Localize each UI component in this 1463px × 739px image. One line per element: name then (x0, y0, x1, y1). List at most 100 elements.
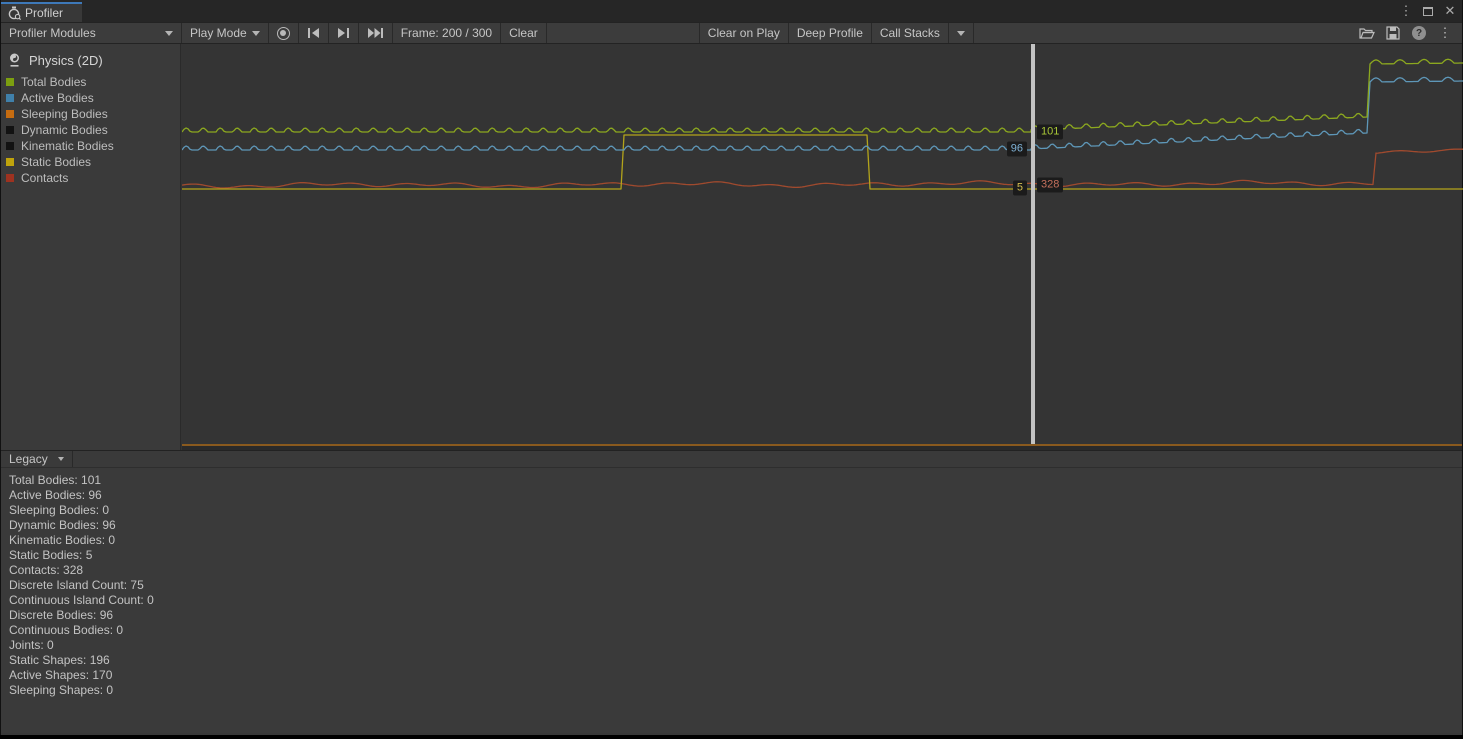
stat-line-continuous-bodies: Continuous Bodies: 0 (9, 623, 1462, 638)
legend-item-static-bodies[interactable]: Static Bodies (1, 154, 180, 170)
series-line-static-bodies (182, 135, 1463, 189)
chevron-down-icon (58, 457, 64, 461)
value-badge-96: 96 (1007, 142, 1027, 157)
physics2d-icon (7, 52, 22, 68)
call-stacks-dropdown[interactable] (949, 23, 974, 43)
toolbar-spacer (547, 23, 700, 43)
context-menu-button[interactable]: ⋮ (1434, 24, 1456, 42)
legend-item-sleeping-bodies[interactable]: Sleeping Bodies (1, 106, 180, 122)
toolbar: Profiler Modules Play Mode (1, 22, 1462, 44)
legend-swatch (6, 78, 14, 86)
frame-indicator: Frame: 200 / 300 (393, 23, 501, 43)
open-folder-icon (1359, 27, 1375, 40)
deep-profile-button[interactable]: Deep Profile (789, 23, 872, 43)
stat-line-joints: Joints: 0 (9, 638, 1462, 653)
stat-line-kinematic-bodies: Kinematic Bodies: 0 (9, 533, 1462, 548)
stat-line-sleeping-bodies: Sleeping Bodies: 0 (9, 503, 1462, 518)
legend-swatch (6, 126, 14, 134)
legend-label: Static Bodies (21, 155, 91, 169)
frame-label: Frame: 200 / 300 (401, 26, 492, 40)
legend-label: Total Bodies (21, 75, 86, 89)
legend-label: Dynamic Bodies (21, 123, 108, 137)
chevron-down-icon (165, 31, 173, 36)
chevron-down-icon (957, 31, 965, 36)
legend-swatch (6, 142, 14, 150)
clear-on-play-button[interactable]: Clear on Play (700, 23, 789, 43)
profiler-modules-dropdown[interactable]: Profiler Modules (1, 23, 182, 43)
maximize-icon[interactable] (1420, 3, 1436, 19)
call-stacks-button[interactable]: Call Stacks (872, 23, 949, 43)
legend-swatch (6, 174, 14, 182)
previous-frame-button[interactable] (299, 23, 329, 43)
stat-line-contacts: Contacts: 328 (9, 563, 1462, 578)
clear-button[interactable]: Clear (501, 23, 547, 43)
titlebar: Profiler ⋮ ✕ (1, 0, 1462, 22)
value-badge-5: 5 (1013, 181, 1027, 196)
load-profile-button[interactable] (1356, 24, 1378, 42)
legacy-toolbar: Legacy (1, 450, 1462, 468)
stat-line-static-shapes: Static Shapes: 196 (9, 653, 1462, 668)
previous-frame-icon (307, 27, 320, 39)
legend: Total Bodies Active Bodies Sleeping Bodies… (1, 74, 180, 186)
chart-plot (182, 44, 1463, 444)
playhead-line[interactable] (1031, 44, 1035, 444)
last-frame-icon (367, 27, 384, 39)
legend-label: Active Bodies (21, 91, 94, 105)
stat-line-sleeping-shapes: Sleeping Shapes: 0 (9, 683, 1462, 698)
clear-on-play-label: Clear on Play (708, 26, 780, 40)
help-icon: ? (1412, 26, 1426, 40)
legend-label: Sleeping Bodies (21, 107, 108, 121)
stat-line-discrete-bodies: Discrete Bodies: 96 (9, 608, 1462, 623)
module-title: Physics (2D) (29, 53, 103, 68)
legend-label: Contacts (21, 171, 68, 185)
stat-line-active-shapes: Active Shapes: 170 (9, 668, 1462, 683)
profiler-window: Profiler ⋮ ✕ Profiler Modules Play Mode (0, 0, 1463, 735)
stats-pane: Total Bodies: 101Active Bodies: 96Sleepi… (1, 468, 1462, 733)
play-mode-dropdown[interactable]: Play Mode (182, 23, 269, 43)
legacy-dropdown-label: Legacy (9, 452, 48, 466)
stat-line-discrete-island-count: Discrete Island Count: 75 (9, 578, 1462, 593)
legend-item-dynamic-bodies[interactable]: Dynamic Bodies (1, 122, 180, 138)
legend-label: Kinematic Bodies (21, 139, 114, 153)
window-menu-icon[interactable]: ⋮ (1398, 3, 1414, 19)
save-profile-button[interactable] (1382, 24, 1404, 42)
legend-item-active-bodies[interactable]: Active Bodies (1, 90, 180, 106)
stat-line-dynamic-bodies: Dynamic Bodies: 96 (9, 518, 1462, 533)
chart-area[interactable]: 101 96 5 328 (182, 44, 1462, 450)
legend-item-total-bodies[interactable]: Total Bodies (1, 74, 180, 90)
legend-swatch (6, 110, 14, 118)
call-stacks-label: Call Stacks (880, 26, 940, 40)
next-frame-button[interactable] (329, 23, 359, 43)
tab-profiler[interactable]: Profiler (1, 2, 82, 22)
module-sidebar: Physics (2D) Total Bodies Active Bodies Sl… (1, 44, 181, 450)
chart-bottom-strip (182, 446, 1462, 450)
close-icon[interactable]: ✕ (1442, 3, 1458, 19)
record-button[interactable] (269, 23, 299, 43)
legend-item-contacts[interactable]: Contacts (1, 170, 180, 186)
stopwatch-profiler-icon (7, 6, 21, 20)
deep-profile-label: Deep Profile (797, 26, 863, 40)
stat-line-active-bodies: Active Bodies: 96 (9, 488, 1462, 503)
value-badge-101: 101 (1037, 125, 1063, 140)
legend-item-kinematic-bodies[interactable]: Kinematic Bodies (1, 138, 180, 154)
series-line-active-bodies (182, 77, 1463, 150)
next-frame-icon (337, 27, 350, 39)
legend-swatch (6, 94, 14, 102)
profiler-main: Physics (2D) Total Bodies Active Bodies Sl… (1, 44, 1462, 450)
legacy-dropdown[interactable]: Legacy (1, 451, 73, 467)
chevron-down-icon (252, 31, 260, 36)
module-header[interactable]: Physics (2D) (1, 44, 180, 74)
help-button[interactable]: ? (1408, 24, 1430, 42)
legend-swatch (6, 158, 14, 166)
series-line-contacts (182, 149, 1463, 188)
stat-line-static-bodies: Static Bodies: 5 (9, 548, 1462, 563)
tab-label: Profiler (25, 6, 63, 20)
play-mode-label: Play Mode (190, 26, 247, 40)
value-badge-328: 328 (1037, 178, 1063, 193)
current-frame-button[interactable] (359, 23, 393, 43)
series-line-total-bodies (182, 59, 1463, 132)
profiler-modules-label: Profiler Modules (9, 26, 96, 40)
clear-label: Clear (509, 26, 538, 40)
stat-line-total-bodies: Total Bodies: 101 (9, 473, 1462, 488)
floppy-save-icon (1386, 26, 1400, 40)
